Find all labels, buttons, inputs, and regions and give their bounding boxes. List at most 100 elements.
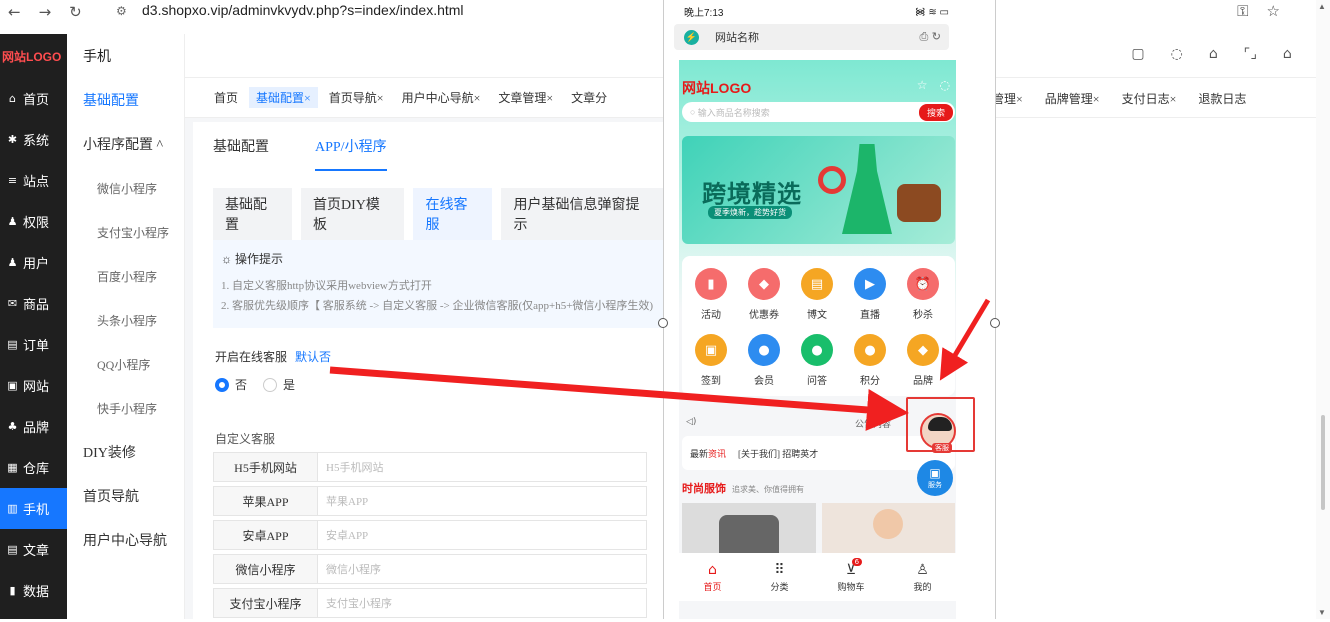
phone-footer-item[interactable]: ⠿ 分类 — [770, 562, 788, 593]
back-icon[interactable]: ← — [8, 3, 21, 21]
field-row: H5手机网站 H5手机网站 — [213, 452, 647, 482]
field-input[interactable]: 苹果APP — [318, 487, 646, 515]
page-tab[interactable]: 退款日志 — [1198, 90, 1246, 107]
phone-addr-icons[interactable]: ⎙ ↻ — [919, 30, 941, 44]
toolbar-icon[interactable]: ⌂ — [1283, 46, 1292, 62]
page-tab[interactable]: 基础配置× — [249, 87, 318, 108]
submenu-item[interactable]: 用户中心导航 — [67, 518, 184, 562]
service-button[interactable]: ▣ 服务 — [917, 460, 953, 496]
news-item[interactable]: [关于我们] 招聘英才 — [738, 447, 818, 460]
kefu-highlight: 客服 — [906, 397, 975, 453]
news-label: 最新 — [690, 448, 709, 459]
sidebar-item[interactable]: ▤ 订单 — [0, 324, 67, 365]
page-tab[interactable]: 品牌管理× — [1045, 90, 1100, 107]
submenu-item[interactable]: DIY装修 — [67, 430, 184, 474]
phone-banner[interactable]: 跨境精选 夏季焕新，趁势好货 — [682, 136, 955, 244]
toolbar-icon[interactable]: ⌂ — [1209, 46, 1218, 62]
radio-no[interactable]: 否 — [215, 376, 247, 393]
nav-grid-item[interactable]: ⏰ 秒杀 — [898, 268, 948, 321]
field-input[interactable]: 安卓APP — [318, 521, 646, 549]
category-tab[interactable]: 用户基础信息弹窗提示 — [501, 188, 663, 240]
scroll-up-icon[interactable]: ▲ — [1318, 2, 1326, 11]
chat-icon[interactable]: ◌ — [940, 78, 950, 92]
page-tab[interactable]: 支付日志× — [1122, 90, 1177, 107]
category-tab[interactable]: 首页DIY模板 — [301, 188, 405, 240]
sidebar-item[interactable]: ▦ 仓库 — [0, 447, 67, 488]
page-tab[interactable]: 文章管理× — [491, 87, 560, 108]
page-tab[interactable]: 首页 — [207, 87, 245, 108]
field-input[interactable]: H5手机网站 — [318, 453, 646, 481]
nav-grid-item[interactable]: ◆ 品牌 — [898, 334, 948, 387]
submenu-item[interactable]: 小程序配置 ^ — [67, 122, 184, 166]
sidebar-item[interactable]: ✉ 商品 — [0, 283, 67, 324]
submenu-item[interactable]: 头条小程序 — [67, 298, 184, 342]
sidebar-item[interactable]: ♟ 权限 — [0, 201, 67, 242]
reload-icon[interactable]: ↻ — [69, 3, 82, 21]
field-input[interactable]: 微信小程序 — [318, 555, 646, 583]
page-tab[interactable]: 文章分 — [564, 87, 614, 108]
site-info-icon[interactable]: ⚙ — [116, 4, 127, 19]
phone-footer-item[interactable]: ⊻ 6 购物车 — [837, 557, 865, 593]
star-icon[interactable]: ☆ — [1267, 2, 1280, 20]
page-tab[interactable]: 用户中心导航× — [395, 87, 488, 108]
sidebar-item[interactable]: ▣ 网站 — [0, 365, 67, 406]
key-icon[interactable]: ⚿ — [1237, 2, 1248, 20]
footer-icon: ⊻ 6 — [846, 557, 863, 578]
sidebar-item[interactable]: ♣ 品牌 — [0, 406, 67, 447]
submenu-item[interactable]: 支付宝小程序 — [67, 210, 184, 254]
nav-grid-icon: ● — [748, 334, 780, 366]
field-input[interactable]: 支付宝小程序 — [318, 589, 646, 617]
scroll-down-icon[interactable]: ▼ — [1318, 608, 1326, 617]
toolbar-icon[interactable]: ▢ — [1131, 46, 1144, 62]
nav-grid-item[interactable]: ● 积分 — [845, 334, 895, 387]
nav-grid-item[interactable]: ▤ 博文 — [792, 268, 842, 321]
nav-grid-item[interactable]: ● 会员 — [739, 334, 789, 387]
submenu-item[interactable]: 基础配置 — [67, 78, 184, 122]
sidebar-item[interactable]: ≡ 站点 — [0, 160, 67, 201]
sidebar-item-label: 网站 — [23, 379, 50, 394]
forward-icon[interactable]: → — [39, 3, 52, 21]
main-sidebar: 网站LOGO ⌂ 首页 ✱ 系统 ≡ 站点 ♟ 权限 ♟ 用户 ✉ 商品 ▤ 订单 ▣ 网站 ♣ 品牌 ▦ 仓库 ▥ 手机… — [0, 34, 67, 619]
submenu-item[interactable]: 快手小程序 — [67, 386, 184, 430]
product-card[interactable] — [821, 503, 955, 553]
subtab[interactable]: 基础配置 — [213, 136, 269, 156]
sidebar-item[interactable]: ♟ 用户 — [0, 242, 67, 283]
search-icon: ○ — [690, 107, 696, 117]
resize-handle-right[interactable] — [990, 318, 1000, 328]
page-tab[interactable]: 首页导航× — [322, 87, 391, 108]
nav-grid-item[interactable]: ◆ 优惠券 — [739, 268, 789, 321]
phone-footer-item[interactable]: ♙ 我的 — [913, 562, 931, 593]
nav-grid-item[interactable]: ● 问答 — [792, 334, 842, 387]
sidebar-item[interactable]: ▤ 文章 — [0, 529, 67, 570]
phone-footer-item[interactable]: ⌂ 首页 — [703, 562, 721, 593]
product-card[interactable] — [682, 503, 816, 555]
nav-grid-item[interactable]: ▣ 签到 — [686, 334, 736, 387]
toolbar-icon[interactable]: ◌ — [1171, 46, 1183, 62]
nav-grid-item[interactable]: ▶ 直播 — [845, 268, 895, 321]
submenu-item[interactable]: 微信小程序 — [67, 166, 184, 210]
toolbar-icon[interactable]: ⌜⌟ — [1244, 46, 1257, 62]
scroll-thumb[interactable] — [1321, 415, 1325, 510]
sidebar-item[interactable]: ▥ 手机 — [0, 488, 67, 529]
phone-search-button[interactable]: 搜索 — [918, 104, 953, 121]
sidebar-item[interactable]: ⌂ 首页 — [0, 78, 67, 119]
dress-image — [842, 144, 892, 234]
sidebar-item-label: 用户 — [23, 256, 50, 271]
category-tab[interactable]: 基础配置 — [213, 188, 293, 240]
submenu-item[interactable]: 百度小程序 — [67, 254, 184, 298]
radio-yes[interactable]: 是 — [263, 376, 295, 393]
footer-icon: ♙ — [916, 562, 929, 578]
star-icon[interactable]: ☆ — [917, 78, 928, 92]
page-scrollbar[interactable]: ▲ ▼ — [1316, 0, 1330, 619]
subtab[interactable]: APP/小程序 — [315, 136, 387, 171]
address-bar[interactable]: d3.shopxo.vip/adminvkvydv.php?s=index/in… — [142, 2, 464, 18]
category-tab[interactable]: 在线客服 — [413, 188, 493, 240]
submenu-item[interactable]: 首页导航 — [67, 474, 184, 518]
nav-grid-label: 签到 — [701, 376, 721, 387]
sidebar-item[interactable]: ✱ 系统 — [0, 119, 67, 160]
submenu-item[interactable]: QQ小程序 — [67, 342, 184, 386]
phone-search[interactable]: ○ 输入商品名称搜索 搜索 — [682, 102, 955, 122]
sidebar-item[interactable]: ▮ 数据 — [0, 570, 67, 611]
resize-handle-left[interactable] — [658, 318, 668, 328]
nav-grid-item[interactable]: ▮ 活动 — [686, 268, 736, 321]
